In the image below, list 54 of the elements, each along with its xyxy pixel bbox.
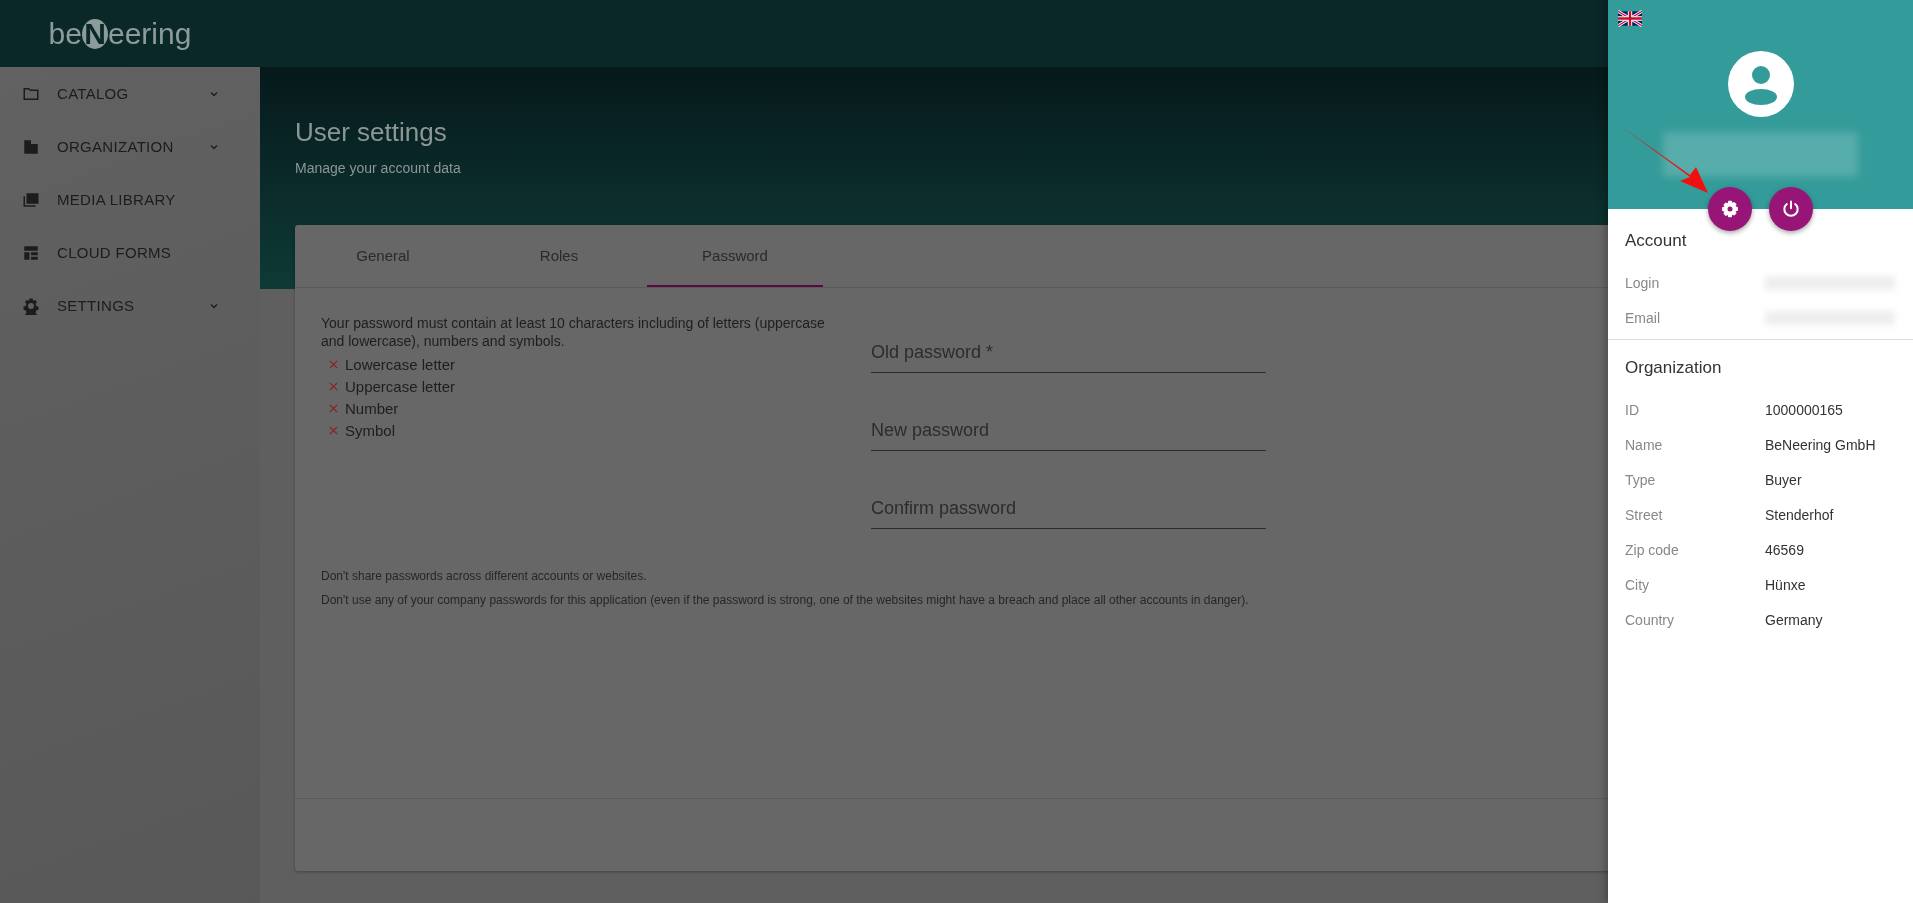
note-text: Don't share passwords across different accounts or websites. (321, 569, 647, 583)
rule-label: Number (345, 399, 399, 417)
field-label: Zip code (1625, 541, 1680, 558)
sidebar-label: SETTINGS (57, 297, 136, 314)
avatar-icon (1728, 51, 1794, 117)
field-label: Login (1625, 274, 1661, 291)
field-value: Hünxe (1765, 576, 1806, 593)
field-label: City (1625, 576, 1651, 593)
page-title: User settings (295, 117, 448, 148)
note-text: Don't use any of your company passwords for this application (even if the password is strong, one of the websites might have a breach and place all other accounts in danger). (321, 593, 1249, 607)
field-value: Germany (1765, 611, 1823, 628)
sidebar-label: ORGANIZATION (57, 138, 175, 155)
field-label: Country (1625, 611, 1676, 628)
field-label: Type (1625, 471, 1657, 488)
rule-label: Symbol (345, 421, 396, 439)
logo: beNeering (48, 16, 192, 51)
tab[interactable]: Password (647, 225, 823, 287)
field-label: Name (1625, 436, 1664, 453)
rule-label: Uppercase letter (345, 377, 456, 395)
rule-label: Lowercase letter (345, 355, 456, 373)
sidebar-item[interactable]: CATALOG (0, 67, 260, 120)
power-icon (1781, 199, 1801, 219)
password-field[interactable]: Old password * (871, 332, 1266, 373)
tab[interactable]: General (295, 225, 471, 287)
password-rules-text: Your password must contain at least 10 characters including of letters (uppercase and lowercase), numbers and symbols. (321, 314, 826, 350)
power-button[interactable] (1769, 187, 1813, 231)
sidebar-item[interactable]: MEDIA LIBRARY (0, 173, 260, 226)
field-label: ID (1625, 401, 1640, 418)
field-label: Street (1625, 506, 1664, 523)
flag-icon[interactable] (1618, 10, 1642, 27)
sidebar-label: CLOUD FORMS (57, 244, 173, 261)
settings-icon (22, 296, 40, 315)
password-field[interactable]: Confirm password (871, 488, 1266, 529)
password-field[interactable]: New password (871, 410, 1266, 451)
building-icon (22, 137, 40, 156)
images-icon (22, 190, 40, 209)
section-title: Organization (1625, 358, 1723, 378)
field-label: Email (1625, 309, 1661, 326)
field-value: 46569 (1765, 541, 1804, 558)
sidebar-label: MEDIA LIBRARY (57, 191, 177, 208)
settings-button[interactable] (1708, 187, 1752, 231)
field-value: BeNeering GmbH (1765, 436, 1876, 453)
section-title: Account (1625, 231, 1688, 251)
field-value: Buyer (1765, 471, 1802, 488)
page-subtitle: Manage your account data (295, 160, 462, 176)
field-value: Stenderhof (1765, 506, 1834, 523)
dashboard-icon (22, 243, 40, 262)
settings-icon (1720, 199, 1740, 219)
sidebar-item[interactable]: ORGANIZATION (0, 120, 260, 173)
sidebar-label: CATALOG (57, 85, 130, 102)
tab[interactable]: Roles (471, 225, 647, 287)
field-value: 1000000165 (1765, 401, 1843, 418)
sidebar-item[interactable]: SETTINGS (0, 279, 260, 332)
sidebar-item[interactable]: CLOUD FORMS (0, 226, 260, 279)
